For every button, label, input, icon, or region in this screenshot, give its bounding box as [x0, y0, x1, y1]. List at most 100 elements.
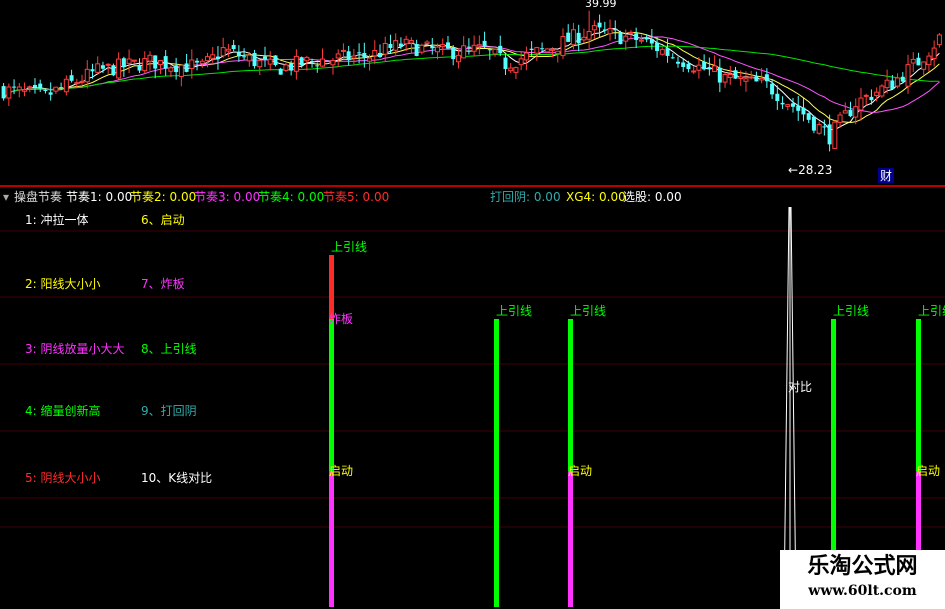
candle: [346, 45, 351, 66]
signal-chart[interactable]: 1: 冲拉一体 2: 阳线大小小 3: 阴线放量小大大 4: 缩量创新高 5: 阴线大小…: [0, 207, 945, 609]
candle: [712, 55, 718, 72]
candle: [858, 88, 864, 121]
legend-item: 8、上引线: [141, 342, 197, 356]
candlestick-chart[interactable]: 39.99 ←28.23 财: [0, 0, 945, 185]
candle: [513, 66, 519, 80]
candle: [498, 35, 503, 57]
signal-segment: [494, 319, 499, 607]
candle: [388, 34, 393, 55]
candle: [518, 51, 524, 71]
candle: [111, 63, 116, 77]
low-price-label: ←28.23: [788, 163, 832, 177]
candle: [408, 37, 414, 53]
candle: [686, 60, 691, 73]
indicator-param-value: 0.00: [358, 190, 390, 204]
finance-badge[interactable]: 财: [880, 169, 892, 183]
signal-legend: 1: 冲拉一体 2: 阳线大小小 3: 阴线放量小大大 4: 缩量创新高 5: 阴线大小…: [25, 212, 212, 485]
candle: [492, 48, 498, 57]
candle: [655, 36, 660, 58]
candle: [591, 20, 597, 40]
legend-item: 2: 阳线大小小: [25, 277, 101, 291]
candle: [53, 86, 59, 95]
candles: [1, 10, 942, 152]
candle: [178, 64, 184, 87]
signal-segment: [329, 255, 334, 319]
candle: [879, 84, 885, 98]
candle: [785, 103, 791, 111]
candle: [48, 82, 53, 101]
candle: [184, 53, 189, 73]
signal-tag: 启动: [916, 464, 940, 478]
candle: [555, 50, 561, 63]
candle: [707, 57, 712, 76]
candle: [586, 10, 592, 49]
candle: [848, 101, 853, 118]
candle: [754, 71, 759, 82]
candle: [69, 69, 74, 83]
signal-bar: 对比: [783, 207, 812, 608]
candle: [38, 79, 43, 93]
signal-segment: [916, 319, 921, 471]
candle: [634, 27, 639, 49]
indicator-param: 选股: 0.00: [623, 187, 682, 207]
candle: [79, 74, 85, 85]
candle: [225, 43, 231, 57]
signal-tag: 启动: [568, 464, 592, 478]
candle: [121, 56, 126, 77]
candle: [482, 31, 487, 49]
candle: [330, 57, 336, 75]
indicator-param-value: 0.00: [101, 190, 133, 204]
candle: [440, 38, 446, 55]
indicator-param: 节奏4: 0.00: [258, 187, 324, 207]
candle: [613, 20, 618, 40]
candle: [116, 52, 122, 80]
candle: [1, 82, 6, 101]
indicator-header: ▾ 操盘节奏 节奏1: 0.00 节奏2: 0.00 节奏3: 0.00 节奏4: 0…: [0, 187, 945, 207]
candle: [827, 114, 832, 152]
candle: [131, 59, 137, 64]
indicator-param-label: 节奏3:: [194, 190, 230, 204]
moving-average-lines: [3, 27, 940, 131]
candle: [445, 36, 450, 50]
candle: [153, 55, 158, 79]
candle: [884, 69, 890, 94]
candle: [220, 37, 226, 58]
candle: [895, 73, 901, 89]
indicator-param: 打回阴: 0.00: [490, 187, 561, 207]
candle: [659, 47, 665, 56]
indicator-param-label: XG4:: [566, 190, 596, 204]
signal-bar: 上引线: [494, 304, 532, 607]
indicator-param-label: 节奏2:: [130, 190, 166, 204]
indicator-param-value: 0.00: [530, 190, 561, 204]
candle: [32, 78, 37, 94]
indicator-param: 节奏5: 0.00: [323, 187, 389, 207]
watermark-url: www.60lt.com: [808, 583, 917, 599]
signal-bar: 上引线炸板启动: [329, 240, 367, 607]
candle: [189, 49, 195, 79]
candle: [853, 98, 859, 125]
candle: [466, 38, 471, 55]
moving-average-line: [3, 27, 940, 131]
candle: [566, 24, 571, 43]
collapse-icon[interactable]: ▾: [3, 187, 9, 207]
signal-label: 上引线: [331, 240, 367, 254]
candle: [320, 48, 326, 67]
signal-tag: 启动: [329, 464, 353, 478]
candle: [487, 47, 492, 60]
candle: [780, 96, 785, 109]
moving-average-line: [3, 45, 940, 99]
indicator-param-label: 打回阴:: [490, 190, 531, 204]
candle: [137, 58, 142, 74]
candle: [142, 51, 148, 74]
candle: [257, 59, 263, 76]
candle: [126, 49, 132, 74]
candle: [806, 112, 811, 123]
signal-bars: 上引线炸板启动上引线上引线启动对比上引线上引线启动: [329, 207, 945, 608]
signal-tag: 对比: [788, 380, 812, 394]
candle: [926, 52, 932, 72]
indicator-name[interactable]: 操盘节奏: [14, 187, 62, 207]
candle: [273, 55, 278, 67]
candle: [607, 19, 613, 41]
candle: [199, 58, 205, 68]
candle: [916, 52, 921, 66]
